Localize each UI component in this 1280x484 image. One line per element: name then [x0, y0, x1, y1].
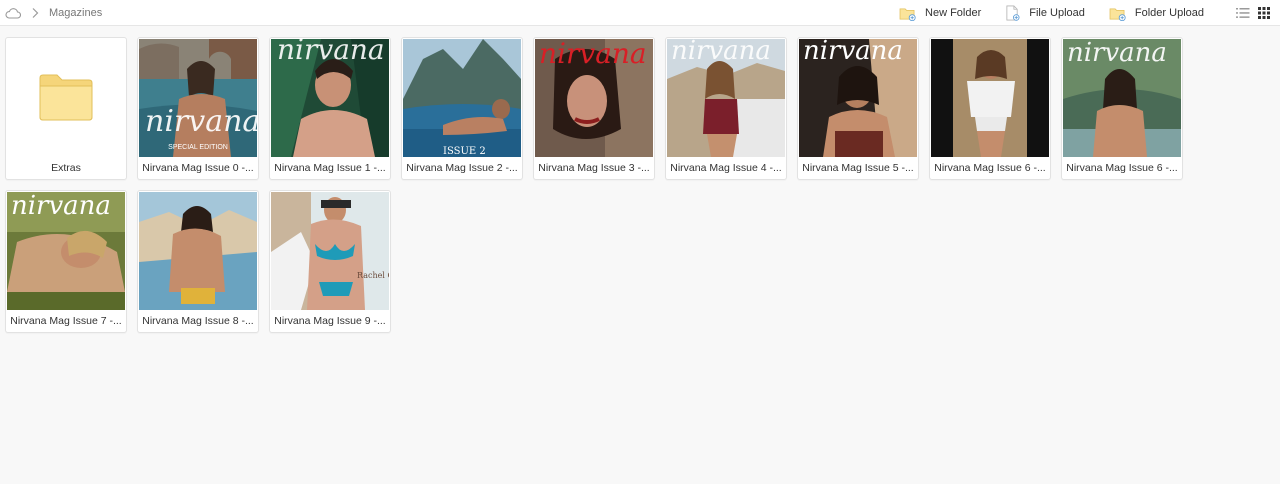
file-item[interactable]: nirvana SPECIAL EDITION Nirvana Mag Issu… [137, 37, 259, 180]
image-thumbnail: nirvana [535, 39, 653, 157]
image-thumbnail: nirvana SPECIAL EDITION [139, 39, 257, 157]
item-name: Nirvana Mag Issue 8 -... [142, 315, 254, 327]
svg-text:nirvana: nirvana [277, 39, 385, 66]
item-name: Nirvana Mag Issue 2 -... [406, 162, 518, 174]
item-name: Extras [51, 162, 81, 174]
cover-text: SPECIAL EDITION [168, 144, 228, 151]
toolbar: New Folder File Upload Folder Upload [875, 3, 1270, 23]
file-item[interactable]: nirvana Nirvana Mag Issue 1 -... [269, 37, 391, 180]
list-view-icon[interactable] [1236, 7, 1250, 19]
file-item[interactable]: nirvana Nirvana Mag Issue 7 -... [5, 190, 127, 333]
folder-icon [37, 70, 95, 122]
top-bar: Magazines New Folder File Upload Folder … [0, 0, 1280, 26]
item-name: Nirvana Mag Issue 0 -... [142, 162, 254, 174]
file-item[interactable]: nirvana Nirvana Mag Issue 5 -... [797, 37, 919, 180]
new-folder-button[interactable]: New Folder [899, 6, 981, 21]
file-item[interactable]: Rachel COOK Nirvana Mag Issue 9 -... [269, 190, 391, 333]
cover-text: ISSUE 2 [443, 146, 486, 157]
image-thumbnail: nirvana [271, 39, 389, 157]
grid-view-icon[interactable] [1258, 7, 1270, 19]
item-name: Nirvana Mag Issue 6 -... [1066, 162, 1178, 174]
folder-upload-icon [1109, 6, 1135, 21]
chevron-right-icon [31, 7, 49, 19]
new-folder-icon [899, 6, 925, 21]
image-thumbnail: nirvana [799, 39, 917, 157]
folder-item-extras[interactable]: Extras [5, 37, 127, 180]
file-item[interactable]: Nirvana Mag Issue 6 -... [929, 37, 1051, 180]
new-folder-label: New Folder [925, 7, 982, 19]
svg-text:nirvana: nirvana [539, 39, 647, 70]
svg-text:nirvana: nirvana [11, 192, 111, 221]
item-name: Nirvana Mag Issue 5 -... [802, 162, 914, 174]
svg-text:nirvana: nirvana [145, 104, 257, 139]
image-thumbnail: nirvana [667, 39, 785, 157]
image-thumbnail [139, 192, 257, 310]
item-name: Nirvana Mag Issue 4 -... [670, 162, 782, 174]
file-item[interactable]: Nirvana Mag Issue 8 -... [137, 190, 259, 333]
folder-upload-button[interactable]: Folder Upload [1109, 6, 1204, 21]
item-name: Nirvana Mag Issue 7 -... [10, 315, 122, 327]
file-item[interactable]: nirvana Nirvana Mag Issue 4 -... [665, 37, 787, 180]
file-item[interactable]: nirvana Nirvana Mag Issue 3 -... [533, 37, 655, 180]
file-item[interactable]: nirvana Nirvana Mag Issue 6 -... [1061, 37, 1183, 180]
item-name: Nirvana Mag Issue 1 -... [274, 162, 386, 174]
svg-text:nirvana: nirvana [671, 39, 771, 66]
image-thumbnail: nirvana [1063, 39, 1181, 157]
file-upload-label: File Upload [1029, 7, 1085, 19]
image-thumbnail [931, 39, 1049, 157]
image-thumbnail: Rachel COOK [271, 192, 389, 310]
file-grid: Extras nirvana SPECIAL EDITION Nirvana M… [5, 37, 1195, 333]
item-name: Nirvana Mag Issue 6 -... [934, 162, 1046, 174]
file-item[interactable]: ISSUE 2 Nirvana Mag Issue 2 -... [401, 37, 523, 180]
file-upload-button[interactable]: File Upload [1005, 5, 1085, 21]
svg-text:nirvana: nirvana [803, 39, 903, 66]
folder-upload-label: Folder Upload [1134, 7, 1204, 19]
cloud-icon[interactable] [5, 7, 31, 19]
item-name: Nirvana Mag Issue 3 -... [538, 162, 650, 174]
breadcrumb: Magazines [5, 4, 102, 22]
view-toggles [1228, 7, 1270, 19]
svg-text:nirvana: nirvana [1067, 39, 1167, 68]
cover-text: Rachel COOK [357, 271, 389, 280]
breadcrumb-current[interactable]: Magazines [49, 7, 102, 19]
item-name: Nirvana Mag Issue 9 -... [274, 315, 386, 327]
image-thumbnail: nirvana [7, 192, 125, 310]
image-thumbnail: ISSUE 2 [403, 39, 521, 157]
file-upload-icon [1005, 5, 1029, 21]
